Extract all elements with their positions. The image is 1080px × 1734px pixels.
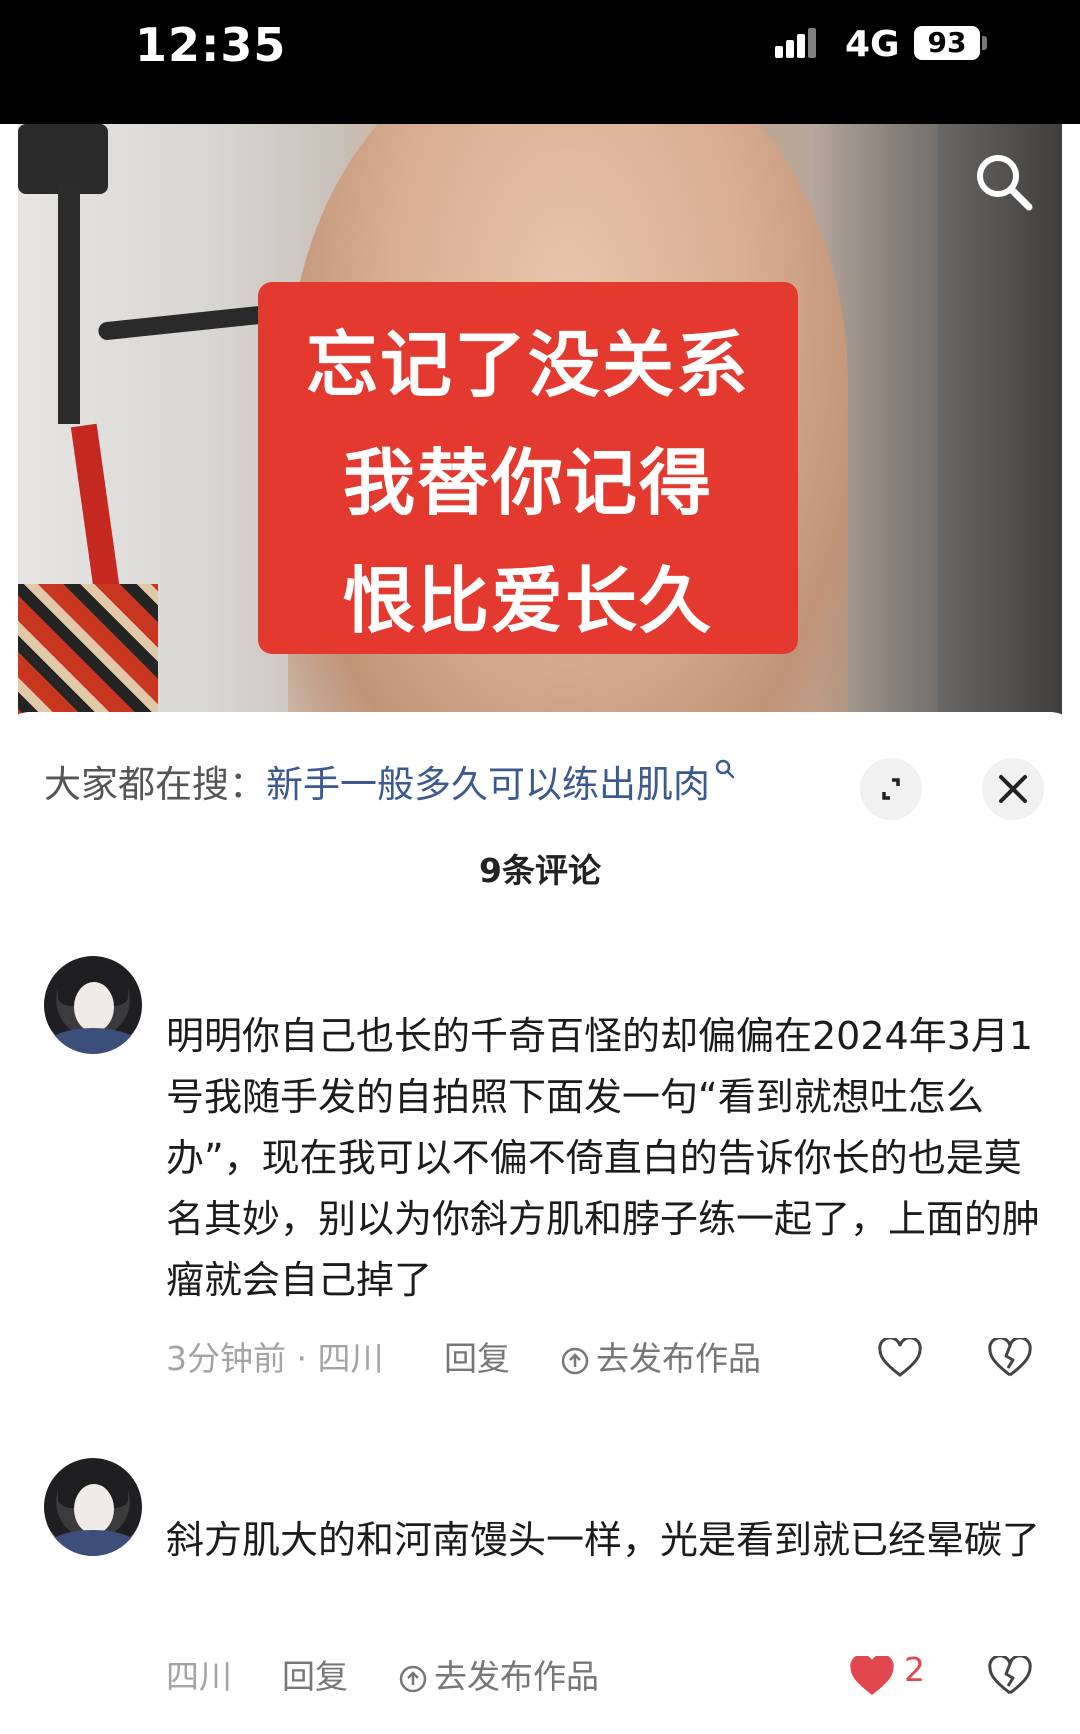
- suggestion-prefix: 大家都在搜：: [44, 763, 266, 806]
- publish-work-button[interactable]: 去发布作品: [398, 1650, 599, 1698]
- like-count: 2: [904, 1650, 925, 1689]
- close-icon: [999, 775, 1027, 803]
- expand-icon: [882, 778, 900, 800]
- comment-sheet: 大家都在搜：新手一般多久可以练出肌肉 9条评论 明明你自己也长的千奇百怪的却偏偏…: [0, 712, 1080, 1734]
- comment-meta: 3分钟前 · 四川: [166, 1339, 384, 1378]
- signal-icon: [775, 28, 817, 58]
- video-caption: 忘记了没关系 我替你记得 恨比爱长久: [258, 282, 798, 654]
- video-player[interactable]: 忘记了没关系 我替你记得 恨比爱长久: [18, 124, 1062, 724]
- suggestion-query[interactable]: 新手一般多久可以练出肌肉: [266, 763, 710, 806]
- broken-heart-icon[interactable]: [988, 1656, 1032, 1696]
- video-bike-handle: [97, 305, 269, 341]
- heart-filled-icon[interactable]: [850, 1656, 894, 1696]
- video-door: [938, 124, 1062, 724]
- video-bike-bar: [58, 184, 80, 424]
- search-small-icon: [715, 759, 735, 779]
- search-icon[interactable]: [973, 151, 1035, 213]
- publish-work-button[interactable]: 去发布作品: [560, 1332, 761, 1380]
- caption-line-1: 忘记了没关系: [305, 323, 750, 407]
- search-suggestion[interactable]: 大家都在搜：新手一般多久可以练出肌肉: [44, 754, 736, 808]
- reply-button[interactable]: 回复: [444, 1332, 510, 1380]
- comment-text: 斜方肌大的和河南馒头一样，光是看到就已经晕碳了: [166, 1518, 1041, 1562]
- battery-icon: 93: [914, 26, 980, 60]
- caption-line-3: 恨比爱长久: [342, 559, 713, 643]
- reply-button[interactable]: 回复: [282, 1650, 348, 1698]
- network-label: 4G: [845, 24, 900, 65]
- video-bag: [18, 584, 158, 724]
- broken-heart-icon[interactable]: [988, 1338, 1032, 1378]
- status-time: 12:35: [135, 18, 287, 72]
- expand-button[interactable]: [860, 758, 922, 820]
- caption-line-2: 我替你记得: [342, 441, 713, 525]
- comment-text: 明明你自己也长的千奇百怪的却偏偏在2024年3月1号我随手发的自拍照下面发一句“…: [166, 1014, 1041, 1302]
- publish-work-label: 去发布作品: [596, 1339, 761, 1378]
- close-button[interactable]: [982, 758, 1044, 820]
- comment-count: 9条评论: [479, 851, 601, 890]
- publish-work-label: 去发布作品: [434, 1657, 599, 1696]
- heart-outline-icon[interactable]: [878, 1338, 922, 1378]
- status-bar: 12:35 4G 93: [0, 0, 1080, 124]
- battery-tip: [982, 36, 987, 50]
- avatar[interactable]: [44, 956, 142, 1054]
- upload-icon: [399, 1665, 427, 1693]
- comment-meta: 四川: [166, 1657, 232, 1696]
- upload-icon: [561, 1347, 589, 1375]
- avatar[interactable]: [44, 1458, 142, 1556]
